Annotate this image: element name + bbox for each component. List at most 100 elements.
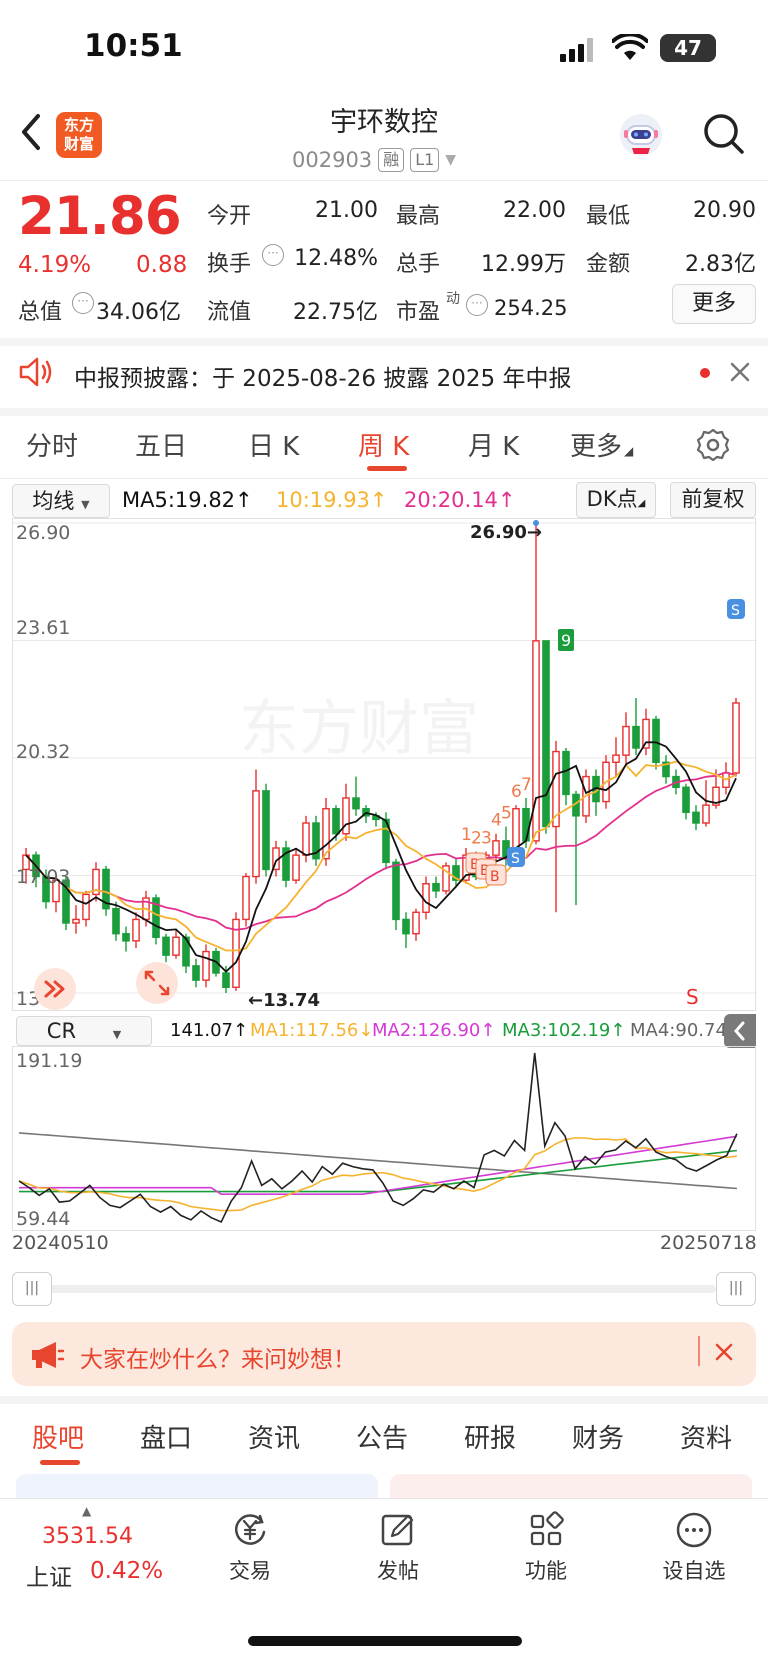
sequence-number: 8 [531,519,542,520]
tab-weekly-k[interactable]: 周 K [358,426,409,463]
tab-announcements[interactable]: 公告 [356,1418,408,1455]
float-label: 流值 [207,300,252,325]
sequence-number: 9 [561,631,571,650]
cr-y-bottom: 59.44 [16,1208,71,1230]
more-dots-icon[interactable]: ··· [262,244,284,266]
tab-intraday[interactable]: 分时 [26,426,78,463]
corner-arrow-icon: ◢ [624,444,634,458]
close-icon[interactable] [712,1340,736,1368]
candle-body [192,965,200,981]
tab-five-day[interactable]: 五日 [135,426,187,463]
tab-daily-k[interactable]: 日 K [248,426,299,463]
range-handle-right[interactable]: ||| [716,1272,756,1306]
pe-superscript: 动 [446,291,460,307]
candle-body [562,750,570,796]
stock-code: 002903 [292,148,373,172]
candle-body [622,725,630,756]
search-icon[interactable] [702,112,746,160]
tabs-divider [0,478,768,479]
ma5-text: MA5:19.82 [122,488,236,512]
home-indicator [248,1636,522,1646]
candle-body [122,933,130,942]
section-divider [0,408,768,416]
index-name[interactable]: 上证 [26,1558,72,1592]
collapse-panel-button[interactable] [724,1014,756,1048]
corner-arrow-icon: ◢ [637,498,646,509]
tab-more[interactable]: 更多 ◢ [570,426,633,463]
robot-assistant-icon[interactable] [618,112,664,158]
close-icon[interactable] [728,358,752,390]
sell-signal-text: S [511,851,520,867]
candle-body [422,883,430,913]
notice-text[interactable]: 中报预披露：于 2025-08-26 披露 2025 年中报 [74,359,571,393]
trade-button[interactable]: 交易 [200,1510,300,1585]
post-label: 发帖 [377,1559,419,1583]
app-logo: 东方 财富 [56,112,102,158]
stock-code-row[interactable]: 002903 融 L1 ▼ [292,146,456,174]
tab-monthly-k[interactable]: 月 K [468,426,519,463]
adjust-button[interactable]: 前复权 [670,482,756,518]
cr-value-text: 141.07 [170,1020,233,1041]
indicator-selector[interactable]: CR ▼ [16,1016,152,1046]
logo-line-2: 财富 [63,135,94,153]
tab-finance[interactable]: 财务 [572,1418,624,1455]
volume-label: 总手 [396,252,441,277]
candle-body [612,754,620,763]
cr-ma4-line [18,1132,737,1190]
candle-body [652,718,660,763]
megaphone-icon [30,1340,65,1374]
tab-news[interactable]: 资讯 [248,1418,300,1455]
candle-body [172,936,180,956]
ma20-text: 20:20.14 [404,488,498,512]
zoom-arrows-icon[interactable] [136,962,178,1004]
status-time: 10:51 [84,28,183,64]
cr-ma1: MA1:117.56↓ [250,1020,374,1041]
volume-value: 12.99万 [481,252,566,277]
candle-body [412,911,420,935]
change-amount: 0.88 [136,252,188,278]
candle-body [522,808,530,842]
tab-profile[interactable]: 资料 [680,1418,732,1455]
range-handle-left[interactable]: ||| [12,1272,52,1306]
more-dots-icon[interactable]: ··· [72,292,94,314]
expand-arrows-icon[interactable] [34,968,76,1010]
kline-chart[interactable]: 东方财富123456789BBBSS [12,518,757,1011]
edit-icon [381,1514,414,1546]
cr-ma3-text: MA3:102.19 [502,1020,611,1041]
index-change[interactable]: 0.42% [90,1558,163,1584]
functions-button[interactable]: 功能 [496,1510,596,1585]
dropdown-arrow-icon: ▼ [445,152,457,168]
change-percent: 4.19% [18,252,92,278]
sequence-number: 3 [481,829,492,849]
tab-guba[interactable]: 股吧 [32,1418,84,1455]
back-button[interactable] [16,110,46,154]
candle-body [262,790,270,871]
sequence-number: 5 [501,804,512,824]
watchlist-button[interactable]: 设自选 [644,1510,744,1585]
cr-indicator-chart[interactable] [12,1046,756,1231]
more-button[interactable]: 更多 [672,284,756,324]
dk-point-button[interactable]: DK点◢ [576,482,656,518]
more-dots-icon[interactable]: ··· [466,294,488,316]
tab-pankou[interactable]: 盘口 [140,1418,192,1455]
index-value[interactable]: 3531.54 [42,1524,133,1549]
tab-research[interactable]: 研报 [464,1418,516,1455]
ma-selector[interactable]: 均线 ▼ [12,484,110,518]
candle-body [242,875,250,921]
post-button[interactable]: 发帖 [348,1510,448,1585]
candle-body [342,797,350,835]
battery-level: 47 [674,36,702,60]
amount-value: 2.83亿 [685,252,756,277]
sequence-number: 7 [521,775,532,795]
candle-body [222,972,230,988]
candle-body [202,950,210,981]
range-slider-track[interactable] [48,1285,716,1293]
y-label-2: 23.61 [16,617,71,639]
dropdown-arrow-icon: ▼ [112,1028,122,1041]
ma20-line [25,771,737,931]
stock-name: 宇环数控 [330,107,438,138]
level-tag: L1 [410,148,440,172]
speaker-icon [18,356,54,392]
settings-gear-icon[interactable] [696,428,730,466]
date-end: 20250718 [660,1232,757,1254]
